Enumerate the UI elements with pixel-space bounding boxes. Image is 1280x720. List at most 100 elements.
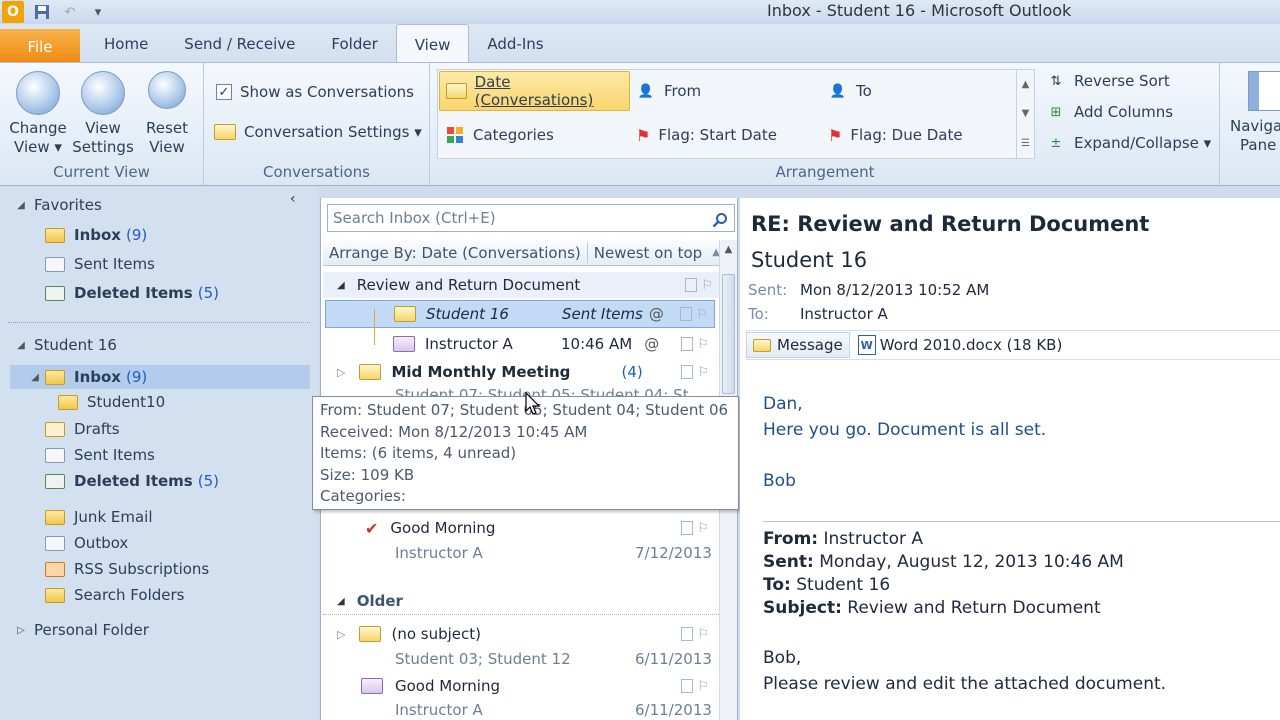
sent-items-icon <box>44 446 66 464</box>
flag-area[interactable]: ⚐ <box>671 624 709 644</box>
tab-add-ins[interactable]: Add-Ins <box>469 24 561 62</box>
flag-outline-icon[interactable]: ⚐ <box>697 365 709 380</box>
arrange-flag-start-date[interactable]: ⚑ Flag: Start Date <box>630 115 783 155</box>
collapse-triangle-icon[interactable]: ◢ <box>14 340 28 351</box>
flag-area[interactable]: ⚐ <box>671 518 709 538</box>
arrange-categories[interactable]: Categories <box>439 115 560 155</box>
flag-outline-icon[interactable]: ⚐ <box>697 521 709 536</box>
tab-view[interactable]: View <box>395 24 470 62</box>
unread-count: (9) <box>125 226 148 244</box>
category-box-icon[interactable] <box>681 337 694 351</box>
tab-file[interactable]: File <box>0 29 80 62</box>
change-view-button[interactable]: Change View ▾ <box>6 71 70 157</box>
tab-send-receive[interactable]: Send / Receive <box>166 24 313 62</box>
conversation-item-selected[interactable]: Student 16 Sent Items @ ⚐ <box>325 300 715 345</box>
conversation-header[interactable]: ✔ Good Morning ⚐ Instructor A 7/12/2013 <box>325 514 715 564</box>
flag-outline-icon[interactable]: ⚐ <box>697 679 709 694</box>
conversation-header[interactable]: ▷ (no subject) ⚐ Student 03; Student 12 … <box>325 620 715 670</box>
arrange-flag-due-date[interactable]: ⚑ Flag: Due Date <box>822 115 969 155</box>
flag-area[interactable]: ⚐ <box>671 362 709 382</box>
category-box-icon[interactable] <box>681 679 694 693</box>
folder-outbox[interactable]: Outbox <box>44 531 354 555</box>
group-older-header[interactable]: ◢ Older <box>323 588 719 615</box>
conversations-group-label: Conversations <box>263 163 370 181</box>
expand-triangle-icon[interactable]: ▷ <box>14 625 28 636</box>
reverse-sort-button[interactable]: ⇅ Reverse Sort <box>1046 71 1170 91</box>
attachment-file[interactable]: W Word 2010.docx (18 KB) <box>857 335 1062 355</box>
collapse-triangle-icon[interactable]: ◢ <box>337 596 345 607</box>
category-box-icon[interactable] <box>681 365 694 379</box>
save-icon[interactable] <box>32 3 52 21</box>
search-icon[interactable] <box>712 210 728 228</box>
expand-triangle-icon[interactable]: ▷ <box>337 628 345 641</box>
flag-area[interactable]: ⚐ <box>671 334 709 354</box>
to-value[interactable]: Instructor A <box>800 305 888 323</box>
tab-folder[interactable]: Folder <box>313 24 395 62</box>
add-columns-button[interactable]: ⊞ Add Columns <box>1046 102 1174 122</box>
folder-junk-email[interactable]: Junk Email <box>44 505 354 529</box>
message-sender[interactable]: Student 16 <box>751 248 867 272</box>
flag-outline-icon[interactable]: ⚐ <box>701 278 713 293</box>
arrange-to-label: To <box>856 82 872 100</box>
arrange-to[interactable]: 👤 To <box>822 71 878 111</box>
folder-rss-subscriptions[interactable]: RSS Subscriptions <box>44 557 354 581</box>
arrange-from[interactable]: 👤 From <box>630 71 707 111</box>
outlook-logo-icon[interactable]: O <box>2 1 24 23</box>
flag-outline-icon[interactable]: ⚐ <box>696 307 708 322</box>
flag-outline-icon[interactable]: ⚐ <box>697 337 709 352</box>
folder-search-folders[interactable]: Search Folders <box>44 583 354 607</box>
category-box-icon[interactable] <box>681 627 694 641</box>
item-from: Student 16 <box>426 305 509 323</box>
category-box-icon[interactable] <box>685 278 698 292</box>
collapse-triangle-icon[interactable]: ◢ <box>14 200 28 211</box>
flag-area[interactable]: ⚐ <box>675 275 713 295</box>
conversation-subject: Review and Return Document <box>356 276 581 294</box>
flag-area[interactable]: ⚐ <box>670 304 708 324</box>
collapse-triangle-icon[interactable]: ◢ <box>337 280 345 291</box>
sort-order-label[interactable]: Newest on top <box>594 244 702 262</box>
arrange-date-conversations[interactable]: Date (Conversations) <box>439 71 630 111</box>
body-line: Dan, <box>763 394 803 414</box>
conversation-header[interactable]: ▷ Mid Monthly Meeting (4) ⚐ Student 07; … <box>325 358 715 398</box>
folder-sent-items[interactable]: Sent Items <box>44 443 354 467</box>
folder-deleted-items[interactable]: Deleted Items (5) <box>44 469 354 493</box>
reset-view-button[interactable]: Reset View <box>138 71 196 157</box>
account-header[interactable]: ◢ Student 16 <box>14 333 324 357</box>
favorites-sent-items[interactable]: Sent Items <box>44 252 354 276</box>
category-box-icon[interactable] <box>681 521 694 535</box>
view-settings-button[interactable]: View Settings <box>72 71 134 157</box>
conversation-group-header[interactable]: ◢ Review and Return Document ⚐ <box>323 272 719 298</box>
personal-folder-header[interactable]: ▷ Personal Folder <box>14 618 324 642</box>
navigation-pane-button[interactable]: Naviga Pane <box>1230 71 1280 155</box>
scrollbar-thumb[interactable] <box>722 274 735 394</box>
conversation-settings-button[interactable]: Conversation Settings ▾ <box>214 123 422 141</box>
gallery-scroll[interactable]: ▲ ▼ ☰ <box>1016 70 1034 158</box>
scroll-up-icon[interactable]: ▲ <box>720 240 737 255</box>
search-input[interactable]: Search Inbox (Ctrl+E) <box>327 204 735 232</box>
customize-icon[interactable]: ▾ <box>88 3 108 21</box>
divider <box>763 521 1280 522</box>
scroll-down-icon[interactable]: ▼ <box>1022 108 1030 119</box>
message-tab-button[interactable]: Message <box>746 332 850 358</box>
flag-outline-icon[interactable]: ⚐ <box>697 627 709 642</box>
collapse-triangle-icon[interactable]: ◢ <box>28 372 42 383</box>
scroll-up-icon[interactable]: ▲ <box>1022 79 1030 90</box>
flag-area[interactable]: ⚐ <box>671 676 709 696</box>
arrange-by-bar[interactable]: Arrange By: Date (Conversations) Newest … <box>323 240 737 266</box>
favorites-inbox[interactable]: Inbox (9) <box>44 223 354 247</box>
favorites-deleted-items[interactable]: Deleted Items (5) <box>44 281 354 305</box>
folder-inbox[interactable]: ◢ Inbox (9) <box>10 365 310 389</box>
show-as-conversations-checkbox[interactable]: ✓ Show as Conversations <box>216 83 414 101</box>
expand-collapse-button[interactable]: ± Expand/Collapse ▾ <box>1046 133 1212 153</box>
tab-home[interactable]: Home <box>86 24 166 62</box>
undo-icon[interactable]: ↶ <box>60 3 80 21</box>
arrange-by-label[interactable]: Arrange By: Date (Conversations) <box>329 244 581 262</box>
folder-drafts[interactable]: Drafts <box>44 417 354 441</box>
category-box-icon[interactable] <box>680 307 693 321</box>
minimize-pane-icon[interactable]: ‹ <box>290 191 296 207</box>
conversation-item[interactable]: Instructor A 10:46 AM @ ⚐ <box>325 330 715 358</box>
conversation-header[interactable]: Good Morning ⚐ Instructor A 6/11/2013 <box>325 672 715 720</box>
favorites-header[interactable]: ◢ Favorites <box>14 193 324 217</box>
more-icon[interactable]: ☰ <box>1021 138 1030 149</box>
expand-triangle-icon[interactable]: ▷ <box>337 366 345 379</box>
